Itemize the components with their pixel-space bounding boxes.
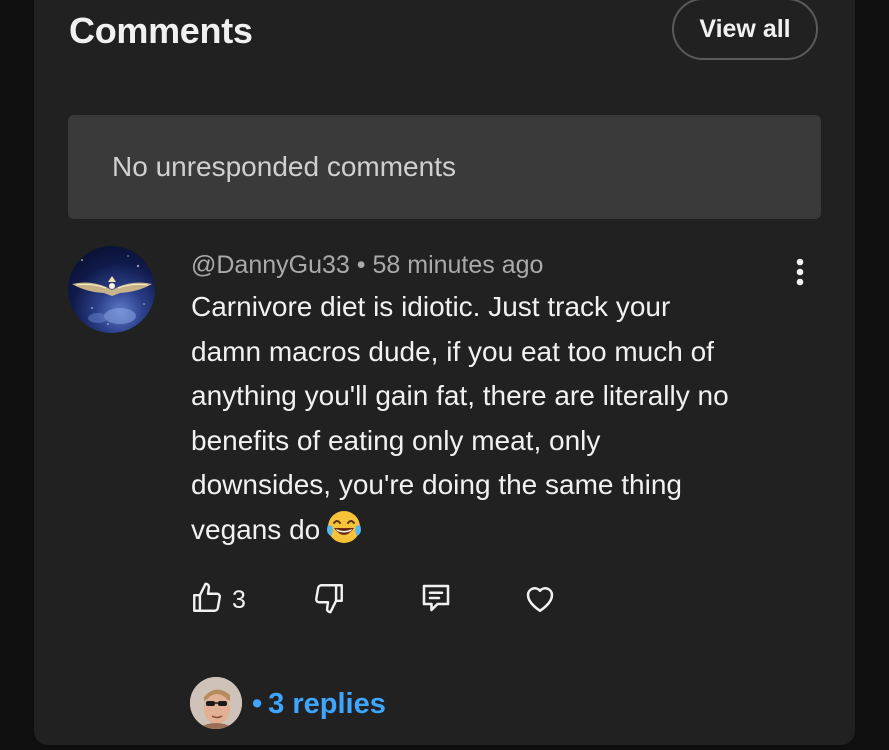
comment-last-line: vegans do	[191, 508, 791, 559]
comment-line: downsides, you're doing the same thing	[191, 469, 682, 500]
heart-button[interactable]	[522, 580, 558, 620]
dislike-button[interactable]	[312, 580, 346, 620]
comment-line: vegans do	[191, 513, 321, 545]
like-button[interactable]: 3	[190, 580, 246, 620]
view-replies-link[interactable]: • 3 replies	[252, 684, 386, 724]
comment-time: 58 minutes ago	[372, 251, 544, 279]
comment-line: benefits of eating only meat, only	[191, 424, 601, 456]
avatar-image	[72, 255, 152, 325]
reply-avatar-image	[190, 677, 242, 729]
comment-meta: @DannyGu33 • 58 minutes ago	[191, 248, 543, 282]
like-count: 3	[232, 586, 246, 614]
empty-state-text: No unresponded comments	[112, 151, 456, 182]
replies-separator: •	[252, 688, 263, 720]
comment-icon	[418, 580, 454, 621]
comment-line: damn macros dude, if you eat too much of	[191, 335, 714, 367]
commenter-avatar[interactable]	[68, 246, 155, 333]
comment-line: anything you'll gain fat, there are lite…	[191, 380, 729, 411]
thumbs-up-icon	[190, 581, 224, 620]
replies-label: 3 replies	[268, 688, 386, 720]
section-title: Comments	[69, 10, 253, 51]
empty-state-banner: No unresponded comments	[68, 115, 821, 219]
comment-text: Carnivore diet is idiotic. Just track yo…	[191, 285, 791, 558]
reply-avatar[interactable]	[190, 677, 242, 729]
meta-separator: •	[356, 251, 366, 279]
comment-author[interactable]: @DannyGu33	[191, 251, 350, 279]
thumbs-down-icon	[312, 581, 346, 620]
laughing-emoji-icon	[326, 509, 362, 559]
reply-button[interactable]	[418, 580, 454, 620]
view-all-button[interactable]: View all	[672, 0, 818, 60]
heart-icon	[522, 580, 558, 621]
comment-line: Carnivore diet is idiotic. Just track yo…	[191, 291, 671, 322]
